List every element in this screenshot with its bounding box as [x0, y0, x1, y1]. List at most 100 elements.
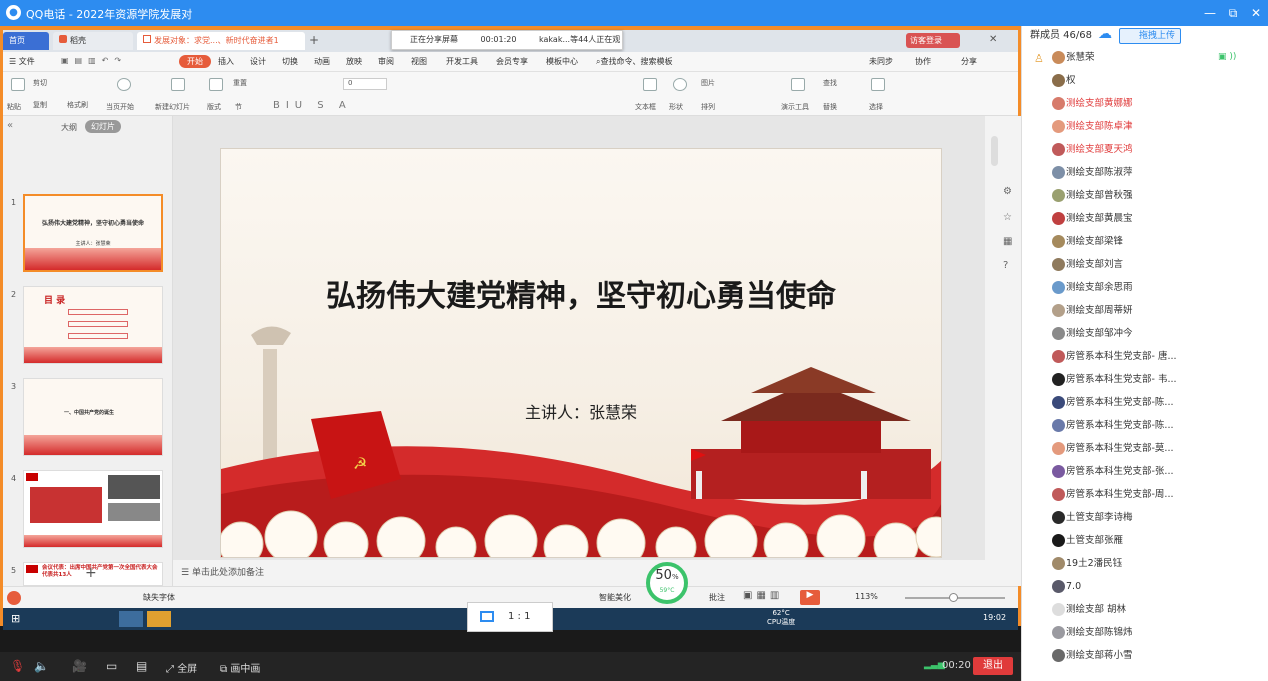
replace-button[interactable]: 替换	[823, 102, 837, 112]
view-mode-icons[interactable]: ▣▦▥	[743, 590, 783, 601]
menu-animation[interactable]: 动画	[314, 56, 330, 67]
slide-thumb-2[interactable]: 目 录	[23, 286, 163, 364]
font-size-field[interactable]: 0	[343, 78, 387, 90]
taskbar-app-icon[interactable]	[119, 611, 143, 627]
menu-slideshow[interactable]: 放映	[346, 56, 362, 67]
sync-status[interactable]: 未同步	[869, 56, 893, 67]
play-slideshow-button[interactable]: ▶	[800, 590, 820, 605]
screen-share-icon[interactable]: ▭	[106, 659, 117, 673]
speaker-icon[interactable]: 🔈	[34, 659, 49, 673]
picture-button[interactable]: 图片	[701, 78, 715, 88]
collaborate-button[interactable]: 协作	[915, 56, 931, 67]
drag-upload-button[interactable]: 拖拽上传	[1119, 28, 1181, 44]
collapse-panel-icon[interactable]: «	[7, 120, 13, 131]
menu-member[interactable]: 会员专享	[496, 56, 528, 67]
layout-icon[interactable]	[209, 78, 223, 91]
missing-font-label[interactable]: 缺失字体	[143, 592, 175, 603]
layers-icon[interactable]: ▦	[1003, 236, 1012, 247]
taskbar-app-icon[interactable]	[147, 611, 171, 627]
member-row[interactable]: 测绘支部黄娜娜	[1022, 92, 1268, 115]
format-painter-button[interactable]: 格式刷	[67, 100, 88, 110]
slide-thumb-1[interactable]: 弘扬伟大建党精神，坚守初心勇当使命 主讲人：张慧荣	[23, 194, 163, 272]
member-row[interactable]: 测绘支部陈锦炜	[1022, 621, 1268, 644]
new-tab-icon[interactable]: +	[309, 33, 319, 47]
menu-transition[interactable]: 切换	[282, 56, 298, 67]
command-search[interactable]: ⌕查找命令、搜索模板	[596, 56, 672, 67]
presentation-icon[interactable]: ▤	[136, 659, 147, 673]
reset-button[interactable]: 重置	[233, 78, 247, 88]
menu-start[interactable]: 开始	[179, 55, 211, 68]
camera-off-icon[interactable]: 🎥	[72, 659, 87, 673]
close-button[interactable]: ✕	[1245, 3, 1267, 23]
member-row[interactable]: 测绘支部邹冲今	[1022, 322, 1268, 345]
textbox-icon[interactable]	[643, 78, 657, 91]
animation-pane-icon[interactable]: ☆	[1003, 212, 1012, 223]
annotation-button[interactable]: 批注	[709, 592, 725, 603]
help-icon[interactable]: ?	[1003, 260, 1008, 271]
member-row[interactable]: 房管系本科生党支部-周...	[1022, 483, 1268, 506]
tab-home[interactable]: 首页	[3, 32, 49, 50]
member-row[interactable]: 张慧荣	[1022, 46, 1268, 69]
member-row[interactable]: 测绘支部陈淑萍	[1022, 161, 1268, 184]
windows-start-icon[interactable]: ⊞	[11, 612, 20, 625]
slides-tab[interactable]: 幻灯片	[85, 120, 121, 133]
menu-template-center[interactable]: 模板中心	[546, 56, 578, 67]
section-label[interactable]: 节	[235, 102, 242, 112]
member-row[interactable]: 19土2潘民钰	[1022, 552, 1268, 575]
member-row[interactable]: 测绘支部梁锋	[1022, 230, 1268, 253]
current-slide[interactable]: ☭ 弘扬伟大建党精神，坚守初心勇当使命 主讲人：张慧荣	[220, 148, 942, 558]
shape-icon[interactable]	[673, 78, 687, 91]
member-row[interactable]: 土管支部张雁	[1022, 529, 1268, 552]
outline-tab[interactable]: 大纲	[61, 122, 77, 133]
wps-close-icon[interactable]: ✕	[989, 34, 997, 45]
member-row[interactable]: 测绘支部陈卓津	[1022, 115, 1268, 138]
notes-area[interactable]: + ☰ 单击此处添加备注	[85, 560, 985, 586]
menu-view[interactable]: 视图	[411, 56, 427, 67]
fullscreen-button[interactable]: ⤢ 全屏	[166, 660, 197, 675]
properties-icon[interactable]: ⚙	[1003, 186, 1012, 197]
paste-icon[interactable]	[11, 78, 25, 91]
member-row[interactable]: 测绘支部夏天鸿	[1022, 138, 1268, 161]
member-row[interactable]: 房管系本科生党支部-陈...	[1022, 414, 1268, 437]
menu-developer[interactable]: 开发工具	[446, 56, 478, 67]
member-row[interactable]: 测绘支部刘言	[1022, 253, 1268, 276]
maximize-button[interactable]: ⧉	[1222, 3, 1244, 23]
member-row[interactable]: 房管系本科生党支部- 韦...	[1022, 368, 1268, 391]
cut-button[interactable]: 剪切	[33, 78, 47, 88]
slide-thumb-4[interactable]	[23, 470, 163, 548]
minimize-button[interactable]: —	[1199, 3, 1221, 23]
new-slide-icon[interactable]	[171, 78, 185, 91]
menu-design[interactable]: 设计	[250, 56, 266, 67]
tab-document[interactable]: 发展对象：求党...、新时代奋进者1	[137, 32, 305, 50]
text-format-icons[interactable]: BIU S A	[273, 100, 352, 111]
zoom-level[interactable]: 113%	[855, 592, 878, 601]
quick-access-icons[interactable]: ▣▤▥↶↷	[61, 56, 127, 65]
member-row[interactable]: 土管支部李诗梅	[1022, 506, 1268, 529]
member-row[interactable]: 房管系本科生党支部- 唐...	[1022, 345, 1268, 368]
member-row[interactable]: 测绘支部黄晨宝	[1022, 207, 1268, 230]
find-button[interactable]: 查找	[823, 78, 837, 88]
menu-insert[interactable]: 插入	[218, 56, 234, 67]
member-row[interactable]: 房管系本科生党支部-莫...	[1022, 437, 1268, 460]
pip-button[interactable]: ⧉ 画中画	[220, 660, 260, 675]
play-from-current-icon[interactable]	[117, 78, 131, 91]
zoom-slider-handle[interactable]	[949, 593, 958, 602]
member-row[interactable]: 测绘支部蒋小雪	[1022, 644, 1268, 667]
exit-call-button[interactable]: 退出	[973, 657, 1013, 675]
file-menu[interactable]: ☰ 文件	[9, 56, 35, 67]
smart-beautify-button[interactable]: 智能美化	[599, 592, 631, 603]
share-button[interactable]: 分享	[961, 56, 977, 67]
slide-thumb-3[interactable]: 一、中国共产党的诞生	[23, 378, 163, 456]
member-row[interactable]: 7.0	[1022, 575, 1268, 598]
member-row[interactable]: 房管系本科生党支部-陈...	[1022, 391, 1268, 414]
add-slide-icon[interactable]: +	[85, 560, 97, 586]
copy-button[interactable]: 复制	[33, 100, 47, 110]
member-row[interactable]: 测绘支部曾秋强	[1022, 184, 1268, 207]
menu-review[interactable]: 审阅	[378, 56, 394, 67]
member-row[interactable]: 权	[1022, 69, 1268, 92]
scale-popup[interactable]: 1 : 1	[467, 602, 553, 632]
wps-input-icon[interactable]	[7, 591, 21, 605]
select-icon[interactable]	[871, 78, 885, 91]
presentation-tools-icon[interactable]	[791, 78, 805, 91]
scrollbar[interactable]	[991, 136, 998, 166]
